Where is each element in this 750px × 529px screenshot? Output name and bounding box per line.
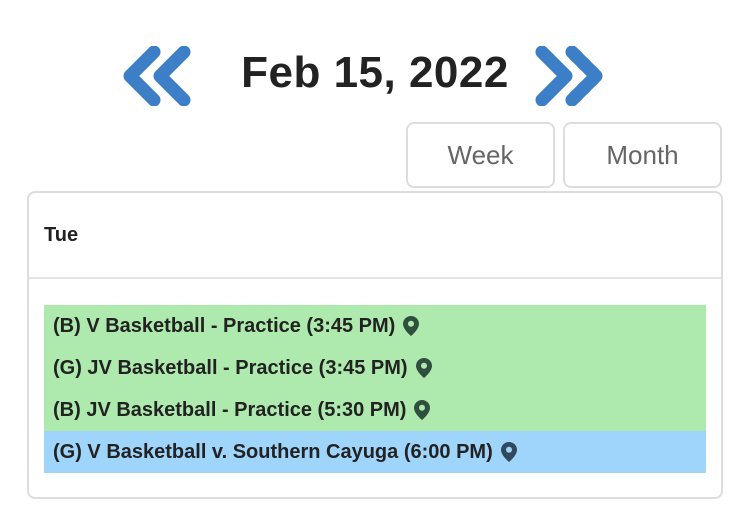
current-date-title: Feb 15, 2022 [241,48,509,97]
month-view-button[interactable]: Month [563,122,722,188]
event-item[interactable]: (G) JV Basketball - Practice (3:45 PM) [44,347,706,389]
event-title: (G) V Basketball v. Southern Cayuga (6:0… [53,440,493,463]
event-item[interactable]: (B) V Basketball - Practice (3:45 PM) [44,305,706,347]
map-pin-icon[interactable] [500,442,517,462]
day-header: Tue [29,193,721,279]
map-pin-icon[interactable] [415,358,432,378]
event-title: (B) JV Basketball - Practice (5:30 PM) [53,398,407,421]
next-date-button[interactable] [532,46,608,106]
event-item[interactable]: (G) V Basketball v. Southern Cayuga (6:0… [44,431,706,473]
event-title: (B) V Basketball - Practice (3:45 PM) [53,314,396,337]
event-list: (B) V Basketball - Practice (3:45 PM) (G… [44,305,706,473]
event-item[interactable]: (B) JV Basketball - Practice (5:30 PM) [44,389,706,431]
day-calendar-panel: Tue (B) V Basketball - Practice (3:45 PM… [27,191,723,499]
day-label: Tue [44,223,79,246]
map-pin-icon[interactable] [414,400,431,420]
calendar-page: Feb 15, 2022 Week Month Tue (B) V Basket… [0,0,750,529]
event-title: (G) JV Basketball - Practice (3:45 PM) [53,356,408,379]
double-chevron-right-icon [535,46,603,106]
map-pin-icon[interactable] [403,316,420,336]
week-view-button[interactable]: Week [406,122,555,188]
date-navigation: Feb 15, 2022 [0,38,750,108]
